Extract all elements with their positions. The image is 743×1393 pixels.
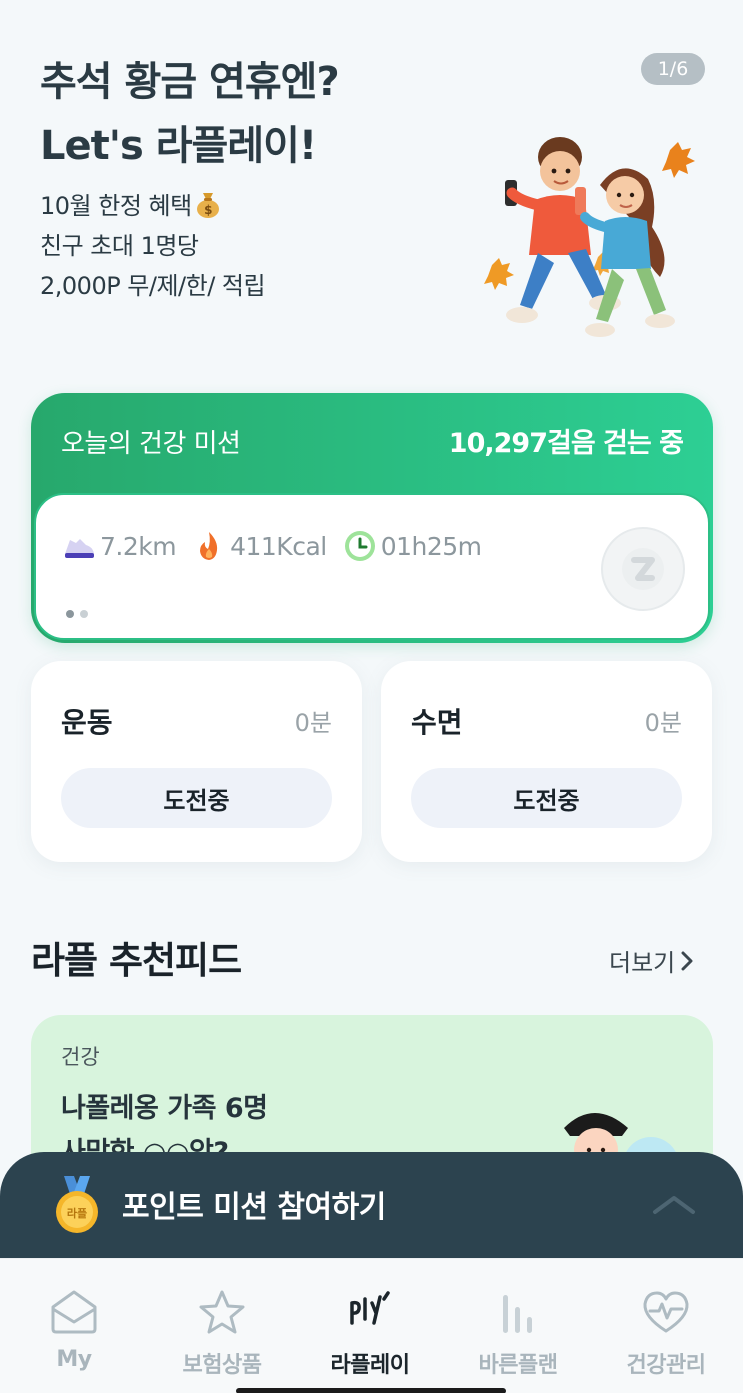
bottom-navigation: My 보험상품 라플레이 바른플랜 건강관리: [0, 1258, 743, 1393]
promo-banner[interactable]: 추석 황금 연휴엔? Let's 라플레이! 10월 한정 혜택 $ 친구 초대…: [0, 0, 743, 380]
step-count: 10,297걸음 걷는 중: [448, 428, 684, 459]
exercise-minutes: 0분: [294, 709, 332, 737]
feed-category: 건강: [61, 1045, 100, 1069]
point-mission-label: 포인트 미션 참여하기: [122, 1190, 386, 1225]
banner-description: 10월 한정 혜택 $ 친구 초대 1명당 2,000P 무/제/한/ 적립: [40, 186, 266, 306]
chevron-right-icon: [681, 951, 693, 970]
walking-couple-illustration: [484, 137, 695, 337]
banner-desc-line2: 친구 초대 1명당: [40, 232, 199, 260]
more-label: 더보기: [609, 949, 676, 977]
shoe-icon: [65, 539, 94, 558]
flame-icon: [200, 532, 218, 560]
medal-text: 라플: [67, 1206, 87, 1220]
feed-headline-line1: 나폴레옹 가족 6명: [61, 1093, 268, 1124]
mailbox-icon: [51, 1290, 97, 1334]
sleep-status-button[interactable]: 도전중: [411, 768, 682, 828]
slide-dot-active: [66, 610, 74, 618]
play-logo-icon: [350, 1291, 390, 1325]
mission-stats-panel: 7.2km 411Kcal 01h25m: [34, 493, 710, 640]
sleep-minutes: 0분: [644, 709, 682, 737]
banner-title-line2: Let's 라플레이!: [40, 123, 317, 169]
duration-value: 01h25m: [380, 531, 482, 561]
banner-title: 추석 황금 연휴엔? Let's 라플레이!: [40, 50, 340, 178]
clock-icon: [344, 531, 375, 561]
heart-pulse-icon: [643, 1291, 689, 1333]
slide-indicator: [66, 610, 94, 618]
duration-stat: 01h25m: [343, 529, 482, 563]
home-indicator[interactable]: [236, 1388, 506, 1393]
sleep-title: 수면: [411, 706, 463, 739]
nav-item-insurance[interactable]: 보험상품: [148, 1259, 296, 1379]
nav-label-health: 건강관리: [626, 1353, 706, 1378]
nav-label-my: My: [56, 1347, 92, 1372]
mission-label: 오늘의 건강 미션: [61, 429, 241, 459]
svg-text:$: $: [204, 203, 212, 217]
feed-more-link[interactable]: 더보기: [609, 943, 693, 978]
banner-title-line1: 추석 황금 연휴엔?: [40, 59, 340, 105]
medal-icon: 라플: [56, 1176, 98, 1233]
banner-desc-line1: 10월 한정 혜택 $: [40, 186, 265, 226]
chevron-up-icon[interactable]: [651, 1192, 697, 1216]
sleep-challenge-card[interactable]: 수면 0분 도전중: [381, 661, 712, 862]
nav-item-plan[interactable]: 바른플랜: [444, 1259, 592, 1379]
exercise-title: 운동: [61, 706, 113, 739]
distance-stat: 7.2km: [62, 529, 177, 563]
feed-section-title: 라플 추천피드: [31, 939, 242, 982]
slide-dot: [80, 610, 88, 618]
nav-item-health[interactable]: 건강관리: [592, 1259, 740, 1379]
banner-desc-line3: 2,000P 무/제/한/ 적립: [40, 272, 266, 300]
exercise-challenge-card[interactable]: 운동 0분 도전중: [31, 661, 362, 862]
calorie-stat: 411Kcal: [192, 529, 327, 563]
distance-value: 7.2km: [100, 531, 177, 561]
banner-pager: 1/6: [641, 53, 705, 85]
nav-item-my[interactable]: My: [0, 1259, 148, 1379]
nav-label-laplay: 라플레이: [330, 1353, 410, 1378]
health-mission-card[interactable]: 오늘의 건강 미션 10,297걸음 걷는 중 7.2km 411Kcal 01…: [31, 393, 713, 643]
calorie-value: 411Kcal: [230, 531, 327, 561]
nav-label-plan: 바른플랜: [478, 1353, 558, 1378]
star-icon: [199, 1290, 245, 1334]
money-bag-icon: $: [196, 193, 219, 218]
z-coin-icon[interactable]: [601, 527, 685, 611]
exercise-status-button[interactable]: 도전중: [61, 768, 332, 828]
z-letter-icon: [622, 548, 664, 590]
activity-stats: 7.2km 411Kcal 01h25m: [62, 529, 498, 563]
point-mission-sheet[interactable]: 라플 포인트 미션 참여하기: [0, 1152, 743, 1267]
nav-label-insurance: 보험상품: [182, 1353, 262, 1378]
bars-icon: [503, 1295, 532, 1333]
nav-item-laplay[interactable]: 라플레이: [296, 1259, 444, 1379]
